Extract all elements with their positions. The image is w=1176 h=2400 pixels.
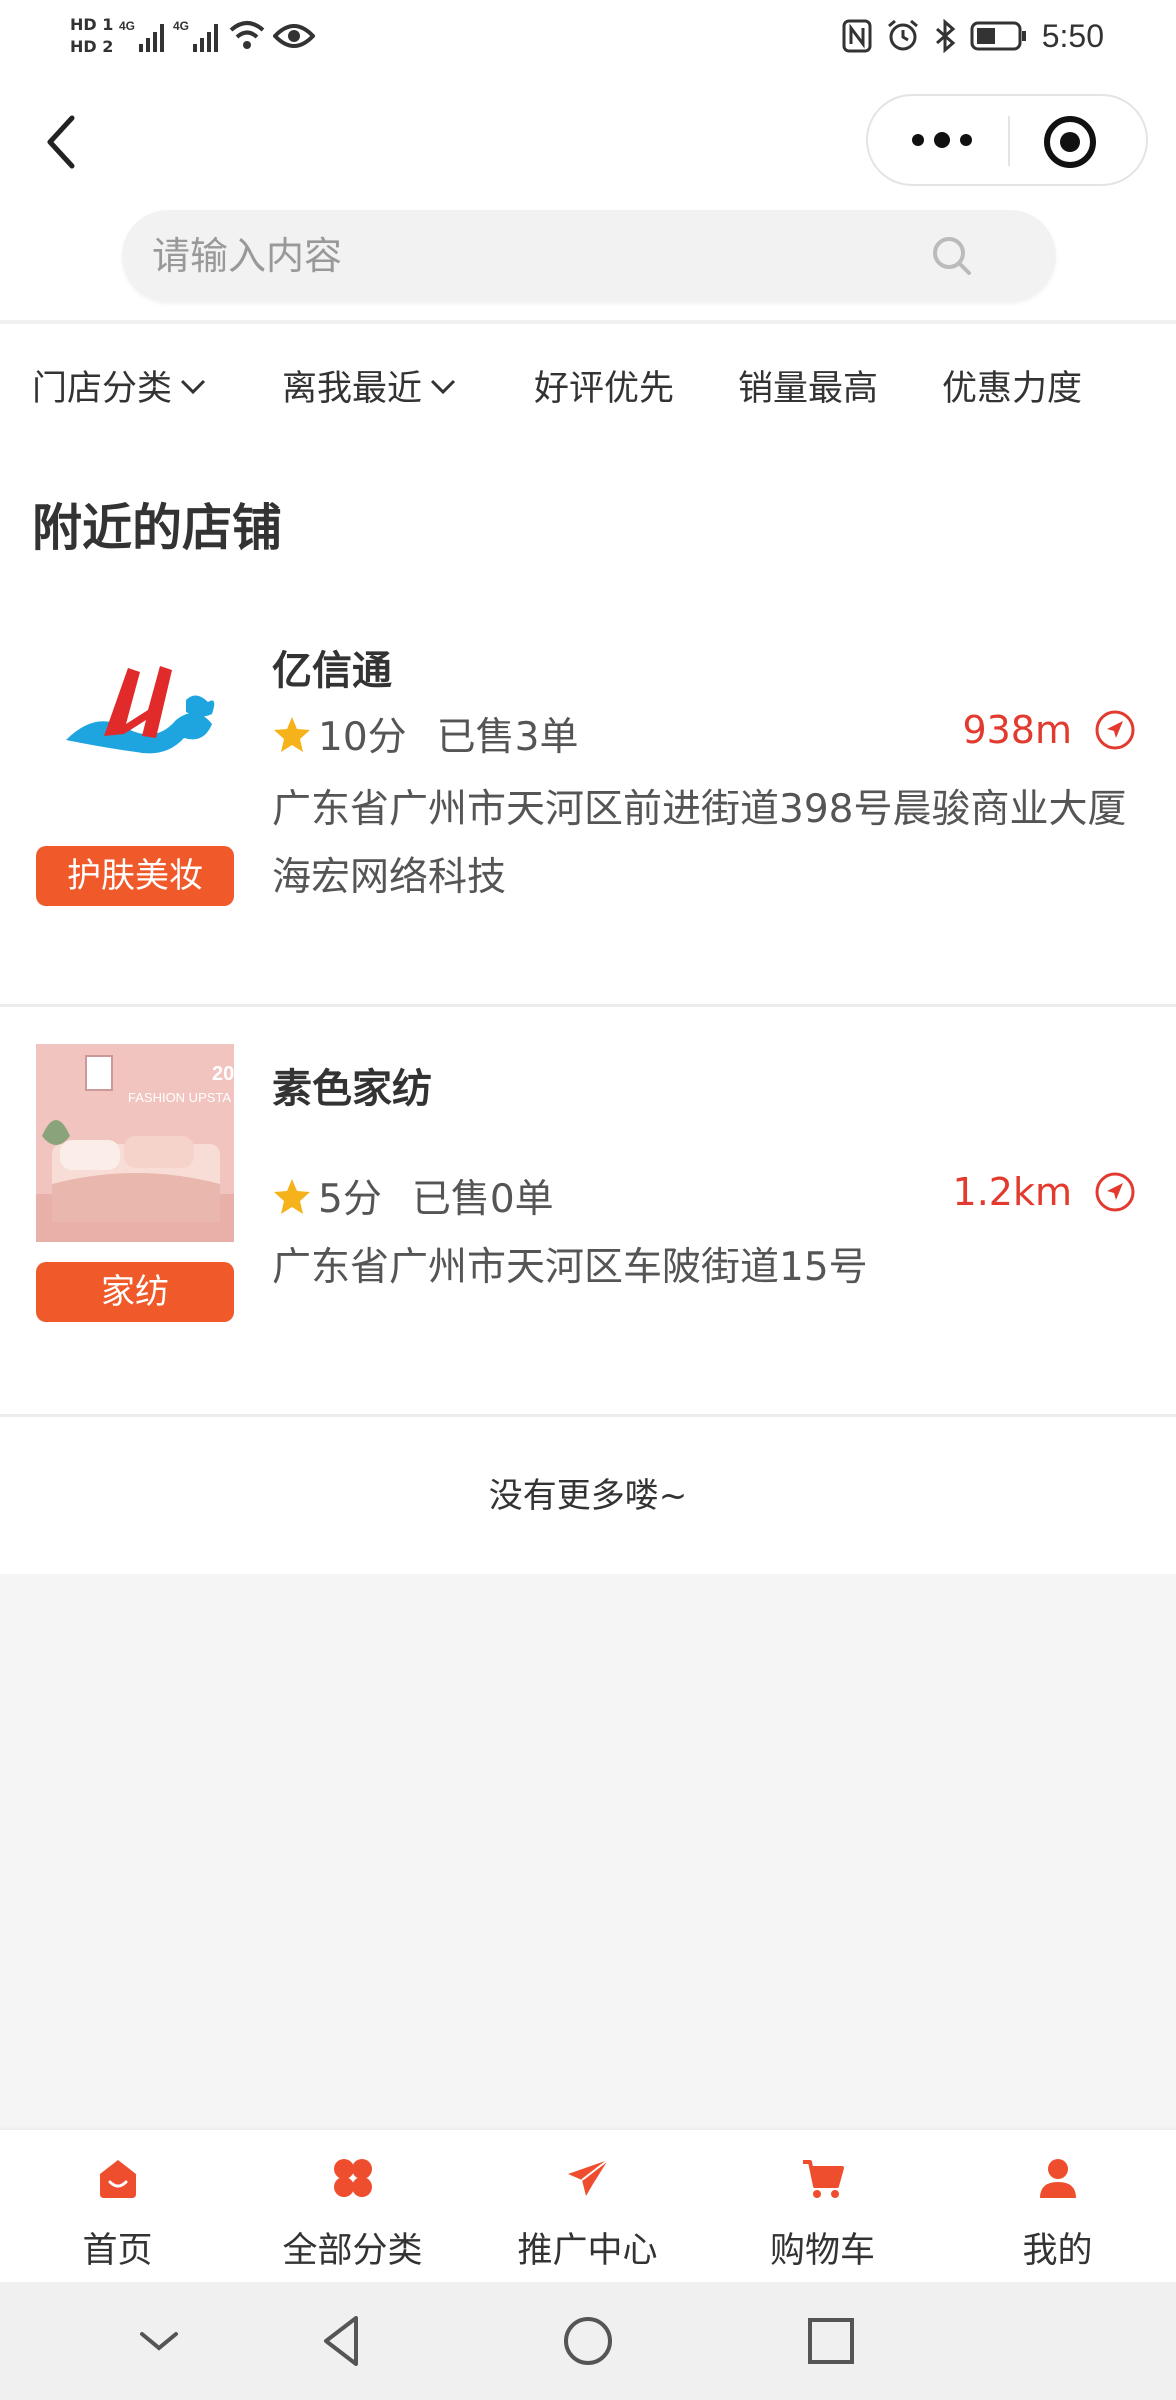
tab-all-categories[interactable]: 全部分类: [235, 2130, 470, 2282]
status-left: HD 1 HD 2 4G 4G: [70, 8, 316, 64]
shop-name: 亿信通: [272, 648, 392, 694]
search-input[interactable]: 请输入内容: [122, 210, 1056, 302]
filter-bar: 门店分类 离我最近 好评优先 销量最高 优惠力度: [0, 324, 1176, 444]
bottom-tab-bar: 首页 全部分类 推广中心 购物车 我的: [0, 2130, 1176, 2282]
signal-icon: 4G: [119, 19, 165, 52]
paper-plane-icon: [568, 2159, 609, 2196]
chevron-down-icon: [430, 379, 456, 394]
battery-icon: [970, 21, 1026, 51]
shop-logo: [36, 620, 234, 818]
target-icon[interactable]: [1036, 108, 1104, 176]
star-icon: [274, 717, 310, 752]
shop-score: 5分: [318, 1177, 382, 1222]
tab-label: 我的: [1022, 2231, 1093, 2271]
nfc-icon: [842, 19, 872, 53]
filter-discount[interactable]: 优惠力度: [942, 360, 1082, 411]
filter-best-rated[interactable]: 好评优先: [534, 360, 674, 411]
filter-label: 离我最近: [282, 369, 423, 409]
sim2-label: HD 2: [70, 37, 114, 56]
shop-address: 广东省广州市天河区前进街道398号晨骏商业大厦海宏网络科技: [272, 787, 1127, 900]
signal-icon: 4G: [173, 19, 219, 52]
divider: [0, 1004, 1176, 1007]
recents-square-icon[interactable]: [802, 2312, 860, 2370]
shop-sold-count: 已售0单: [411, 1177, 554, 1222]
home-circle-icon[interactable]: [559, 2312, 617, 2370]
search-bar-area: 请输入内容: [0, 210, 1176, 322]
category-tag: 护肤美妆: [36, 846, 234, 906]
shop-card[interactable]: 护肤美妆 亿信通 10分 已售3单 938m 广东省广州市天河区前进街道398号…: [0, 590, 1176, 1004]
no-more-text: 没有更多喽~: [0, 1418, 1176, 1574]
shop-rating: 5分 已售0单: [272, 1168, 554, 1224]
category-icon: [334, 2159, 372, 2197]
shop-card[interactable]: 20 FASHION UPSTA 家纺 素色家纺 5分 已售0单 1.2km 广…: [0, 1008, 1176, 1414]
filter-best-selling[interactable]: 销量最高: [738, 360, 878, 411]
shop-logo: 20 FASHION UPSTA: [36, 1044, 234, 1242]
shop-name: 素色家纺: [272, 1066, 432, 1112]
tab-label: 首页: [82, 2231, 153, 2271]
status-right: 5:50: [842, 12, 1104, 60]
svg-text:4G: 4G: [173, 19, 189, 33]
chevron-left-icon[interactable]: [34, 112, 94, 172]
distance-value: 1.2km: [952, 1170, 1072, 1214]
svg-text:FASHION UPSTA: FASHION UPSTA: [128, 1090, 231, 1105]
back-triangle-icon[interactable]: [314, 2312, 372, 2370]
svg-text:20: 20: [212, 1063, 234, 1085]
navigate-icon: [1095, 710, 1135, 750]
navigate-icon: [1095, 1172, 1135, 1212]
search-placeholder: 请输入内容: [152, 234, 343, 278]
filter-nearest[interactable]: 离我最近: [282, 360, 458, 411]
shop-distance[interactable]: 938m: [962, 708, 1136, 752]
mini-program-capsule: [866, 94, 1148, 186]
distance-value: 938m: [962, 708, 1072, 752]
filter-label: 好评优先: [534, 369, 675, 409]
bluetooth-icon: [935, 19, 955, 53]
alarm-icon: [887, 19, 918, 51]
shop-distance[interactable]: 1.2km: [953, 1170, 1136, 1214]
tab-cart[interactable]: 购物车: [705, 2130, 940, 2282]
more-dots-icon[interactable]: [886, 110, 996, 170]
section-title: 附近的店铺: [32, 499, 282, 557]
system-nav-bar: [0, 2282, 1176, 2400]
collapse-icon[interactable]: [130, 2312, 188, 2370]
eye-icon: [273, 24, 316, 48]
shop-score: 10分: [318, 715, 407, 760]
clock-time: 5:50: [1041, 17, 1104, 54]
tab-home[interactable]: 首页: [0, 2130, 235, 2282]
cart-icon: [803, 2160, 844, 2198]
category-tag: 家纺: [36, 1262, 234, 1322]
user-icon: [1040, 2159, 1076, 2198]
chevron-down-icon: [180, 379, 206, 394]
filter-label: 优惠力度: [942, 369, 1083, 409]
tab-label: 推广中心: [517, 2231, 658, 2271]
status-bar: HD 1 HD 2 4G 4G 5:50: [0, 0, 1176, 72]
shop-rating: 10分 已售3单: [272, 706, 578, 762]
filter-store-category[interactable]: 门店分类: [32, 360, 208, 411]
divider: [0, 1414, 1176, 1417]
tab-promotion-center[interactable]: 推广中心: [470, 2130, 705, 2282]
search-icon[interactable]: [932, 236, 972, 276]
wifi-icon: [230, 21, 265, 49]
filter-label: 销量最高: [738, 369, 879, 409]
hd-icon: HD 1 HD 2: [70, 16, 113, 56]
tab-label: 全部分类: [282, 2231, 423, 2271]
nav-bar: [0, 72, 1176, 210]
shop-address: 广东省广州市天河区车陂街道15号: [272, 1245, 868, 1290]
home-icon: [100, 2160, 136, 2198]
filter-label: 门店分类: [32, 369, 173, 409]
svg-text:4G: 4G: [119, 19, 135, 33]
tab-mine[interactable]: 我的: [940, 2130, 1175, 2282]
tab-label: 购物车: [769, 2231, 875, 2271]
star-icon: [274, 1179, 310, 1214]
sim1-label: HD 1: [70, 15, 114, 34]
capsule-divider: [1008, 116, 1010, 166]
shop-sold-count: 已售3单: [436, 715, 579, 760]
